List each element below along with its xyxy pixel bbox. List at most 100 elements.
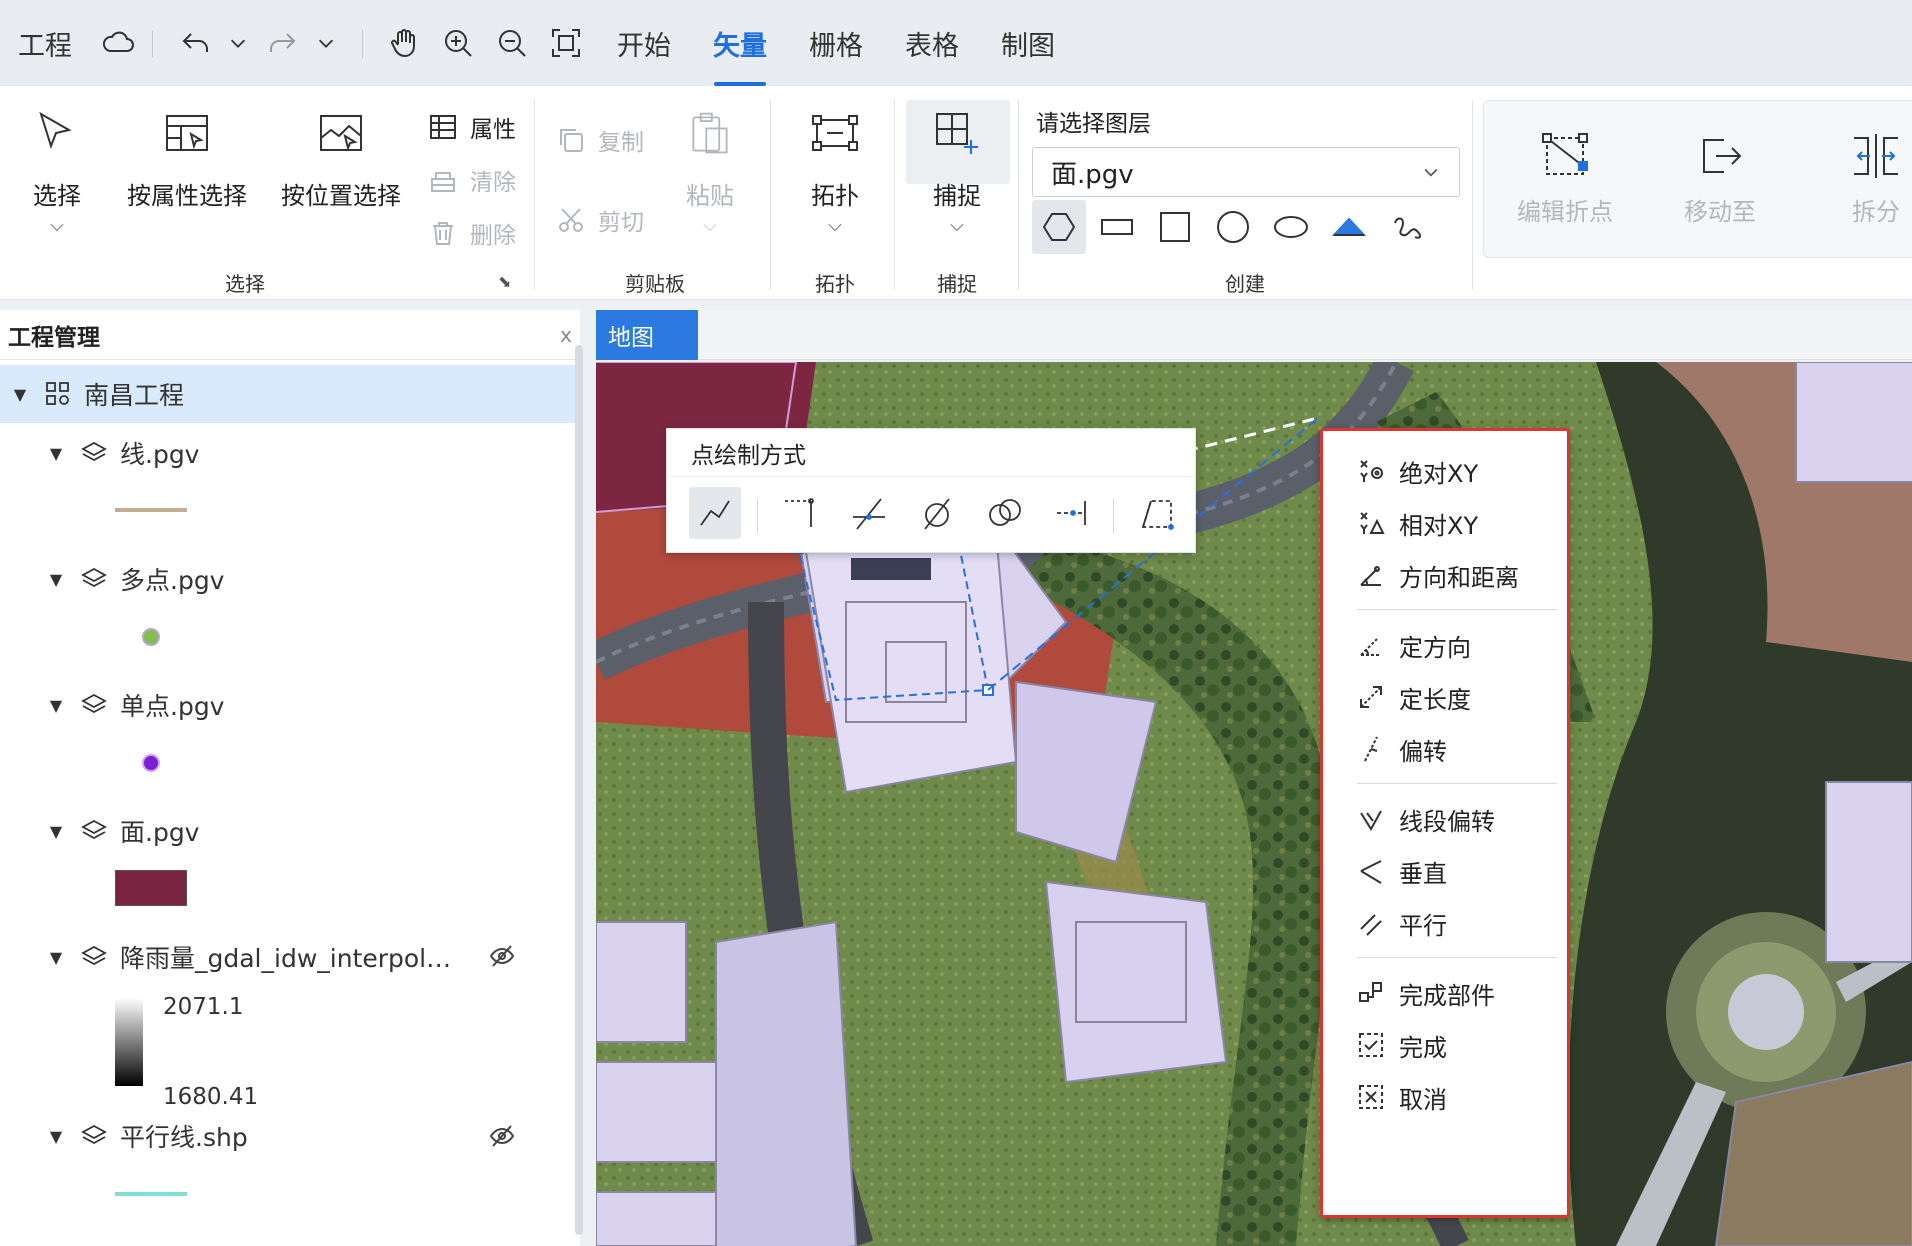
layer-row[interactable]: ▼ 线.pgv [0, 424, 575, 482]
cut-button[interactable]: 剪切 [556, 203, 644, 237]
close-icon[interactable]: x [560, 323, 572, 347]
tab-map[interactable]: 地图 [596, 310, 698, 360]
split-button[interactable]: 拆分 [1840, 130, 1912, 227]
rectangle-tool[interactable] [1090, 200, 1144, 254]
layers-icon [81, 945, 107, 966]
point-legend-swatch [142, 754, 160, 772]
circle-icon [1217, 211, 1249, 243]
end-point-tool[interactable] [775, 487, 827, 539]
project-name: 南昌工程 [84, 381, 185, 410]
layer-name: 多点.pgv [120, 566, 225, 595]
paste-dropdown-icon[interactable]: ⌵ [703, 217, 717, 235]
layer-row[interactable]: ▼ 面.pgv [0, 802, 575, 860]
pan-hand-icon[interactable] [384, 0, 424, 86]
collapse-triangle-icon[interactable]: ▼ [44, 570, 68, 589]
menu-item-relative-xy[interactable]: 相对XY [1323, 497, 1567, 549]
menu-item-direction-distance[interactable]: 方向和距离 [1323, 549, 1567, 601]
chevron-down-icon [1424, 168, 1438, 177]
zoom-in-icon[interactable] [438, 0, 478, 86]
menu-item-absolute-xy[interactable]: 绝对XY [1323, 445, 1567, 497]
arc-tool[interactable] [1322, 200, 1376, 254]
collapse-triangle-icon[interactable]: ▼ [44, 696, 68, 715]
redo-icon[interactable] [262, 0, 302, 86]
layer-select[interactable]: 面.pgv [1032, 147, 1460, 197]
paste-button[interactable]: 粘贴 ⌵ [680, 108, 740, 235]
menu-item-label: 线段偏转 [1399, 807, 1495, 836]
multipoint-legend-swatch [142, 628, 160, 646]
tab-start[interactable]: 开始 [612, 0, 676, 86]
create-group-label: 创建 [1225, 272, 1265, 296]
menu-item-segment-deflection[interactable]: 线段偏转 [1323, 793, 1567, 845]
project-panel-title: 工程管理 [8, 324, 100, 351]
tangent-tool[interactable] [911, 487, 963, 539]
full-extent-icon[interactable] [546, 0, 586, 86]
topology-button[interactable]: 拓扑 ⌵ [800, 108, 870, 235]
layer-row[interactable]: ▼ 单点.pgv [0, 676, 575, 734]
collapse-triangle-icon[interactable]: ▼ [8, 385, 32, 404]
menu-item-perpendicular[interactable]: 垂直 [1323, 845, 1567, 897]
freehand-tool[interactable] [1380, 200, 1434, 254]
clipboard-group-label: 剪贴板 [625, 272, 685, 296]
eye-off-icon[interactable] [488, 1122, 516, 1156]
menu-item-label: 绝对XY [1399, 459, 1479, 488]
menu-bar: 工程 开始 矢量 栅格 表格 制图 [0, 0, 1912, 86]
undo-dropdown-icon[interactable] [226, 0, 250, 86]
collapse-triangle-icon[interactable]: ▼ [44, 948, 68, 967]
midpoint-tool[interactable] [1047, 487, 1099, 539]
layer-row[interactable]: ▼ 多点.pgv [0, 550, 575, 608]
copy-button[interactable]: 复制 [556, 123, 644, 157]
snap-dropdown-icon[interactable]: ⌵ [950, 217, 964, 235]
scrollbar[interactable] [575, 345, 583, 1235]
map-tab-bar: 地图 [596, 310, 1912, 360]
layer-name: 平行线.shp [120, 1123, 248, 1152]
tab-cartography[interactable]: 制图 [996, 0, 1060, 86]
redo-dropdown-icon[interactable] [314, 0, 338, 86]
menu-item-cancel[interactable]: 取消 [1323, 1071, 1567, 1123]
circle-tool[interactable] [1206, 200, 1260, 254]
select-dropdown-icon[interactable]: ⌵ [50, 217, 64, 235]
menu-item-deflection[interactable]: 偏转 [1323, 723, 1567, 775]
snap-button[interactable]: 捕捉 ⌵ [922, 108, 992, 235]
collapse-triangle-icon[interactable]: ▼ [44, 822, 68, 841]
menu-item-fixed-length[interactable]: 定长度 [1323, 671, 1567, 723]
paste-icon [692, 112, 728, 154]
move-to-button[interactable]: 移动至 [1670, 130, 1770, 227]
paste-label: 粘贴 [686, 182, 734, 210]
square-tool[interactable] [1148, 200, 1202, 254]
menu-item-parallel[interactable]: 平行 [1323, 897, 1567, 949]
polygon-legend-swatch [115, 870, 187, 906]
menu-item-finish-part[interactable]: 完成部件 [1323, 967, 1567, 1019]
intersection-tool[interactable] [843, 487, 895, 539]
collapse-triangle-icon[interactable]: ▼ [44, 1127, 68, 1146]
polygon-tool[interactable] [1032, 200, 1086, 254]
tab-vector[interactable]: 矢量 [708, 0, 772, 86]
group-launcher-icon[interactable]: ⬊ [498, 272, 511, 291]
edit-vertices-button[interactable]: 编辑折点 [1510, 130, 1620, 227]
tab-raster[interactable]: 栅格 [804, 0, 868, 86]
select-by-attribute-button[interactable]: 按属性选择 [124, 108, 250, 211]
topology-dropdown-icon[interactable]: ⌵ [828, 217, 842, 235]
tab-table[interactable]: 表格 [900, 0, 964, 86]
undo-icon[interactable] [176, 0, 216, 86]
edit-vertices-icon [1542, 133, 1588, 175]
eye-off-icon[interactable] [488, 942, 516, 976]
delete-button[interactable]: 删除 [428, 216, 516, 250]
menu-item-finish[interactable]: 完成 [1323, 1019, 1567, 1071]
polyline-mode-tool[interactable] [689, 487, 741, 539]
circle-intersect-tool[interactable] [979, 487, 1031, 539]
select-button[interactable]: 选择 ⌵ [24, 108, 90, 235]
collapse-triangle-icon[interactable]: ▼ [44, 444, 68, 463]
select-by-location-button[interactable]: 按位置选择 [278, 108, 404, 211]
project-menu[interactable]: 工程 [18, 0, 72, 86]
point-draw-tools [667, 485, 1195, 545]
scissors-icon [559, 208, 583, 232]
zoom-out-icon[interactable] [492, 0, 532, 86]
right-angle-tool[interactable] [1131, 487, 1183, 539]
cloud-icon[interactable] [98, 0, 138, 86]
clear-selection-button[interactable]: 清除 [428, 163, 516, 197]
menu-item-fixed-direction[interactable]: 定方向 [1323, 619, 1567, 671]
project-root-row[interactable]: ▼ 南昌工程 [0, 365, 575, 423]
attributes-button[interactable]: 属性 [428, 110, 516, 144]
ellipse-tool[interactable] [1264, 200, 1318, 254]
menu-item-label: 完成 [1399, 1033, 1447, 1062]
